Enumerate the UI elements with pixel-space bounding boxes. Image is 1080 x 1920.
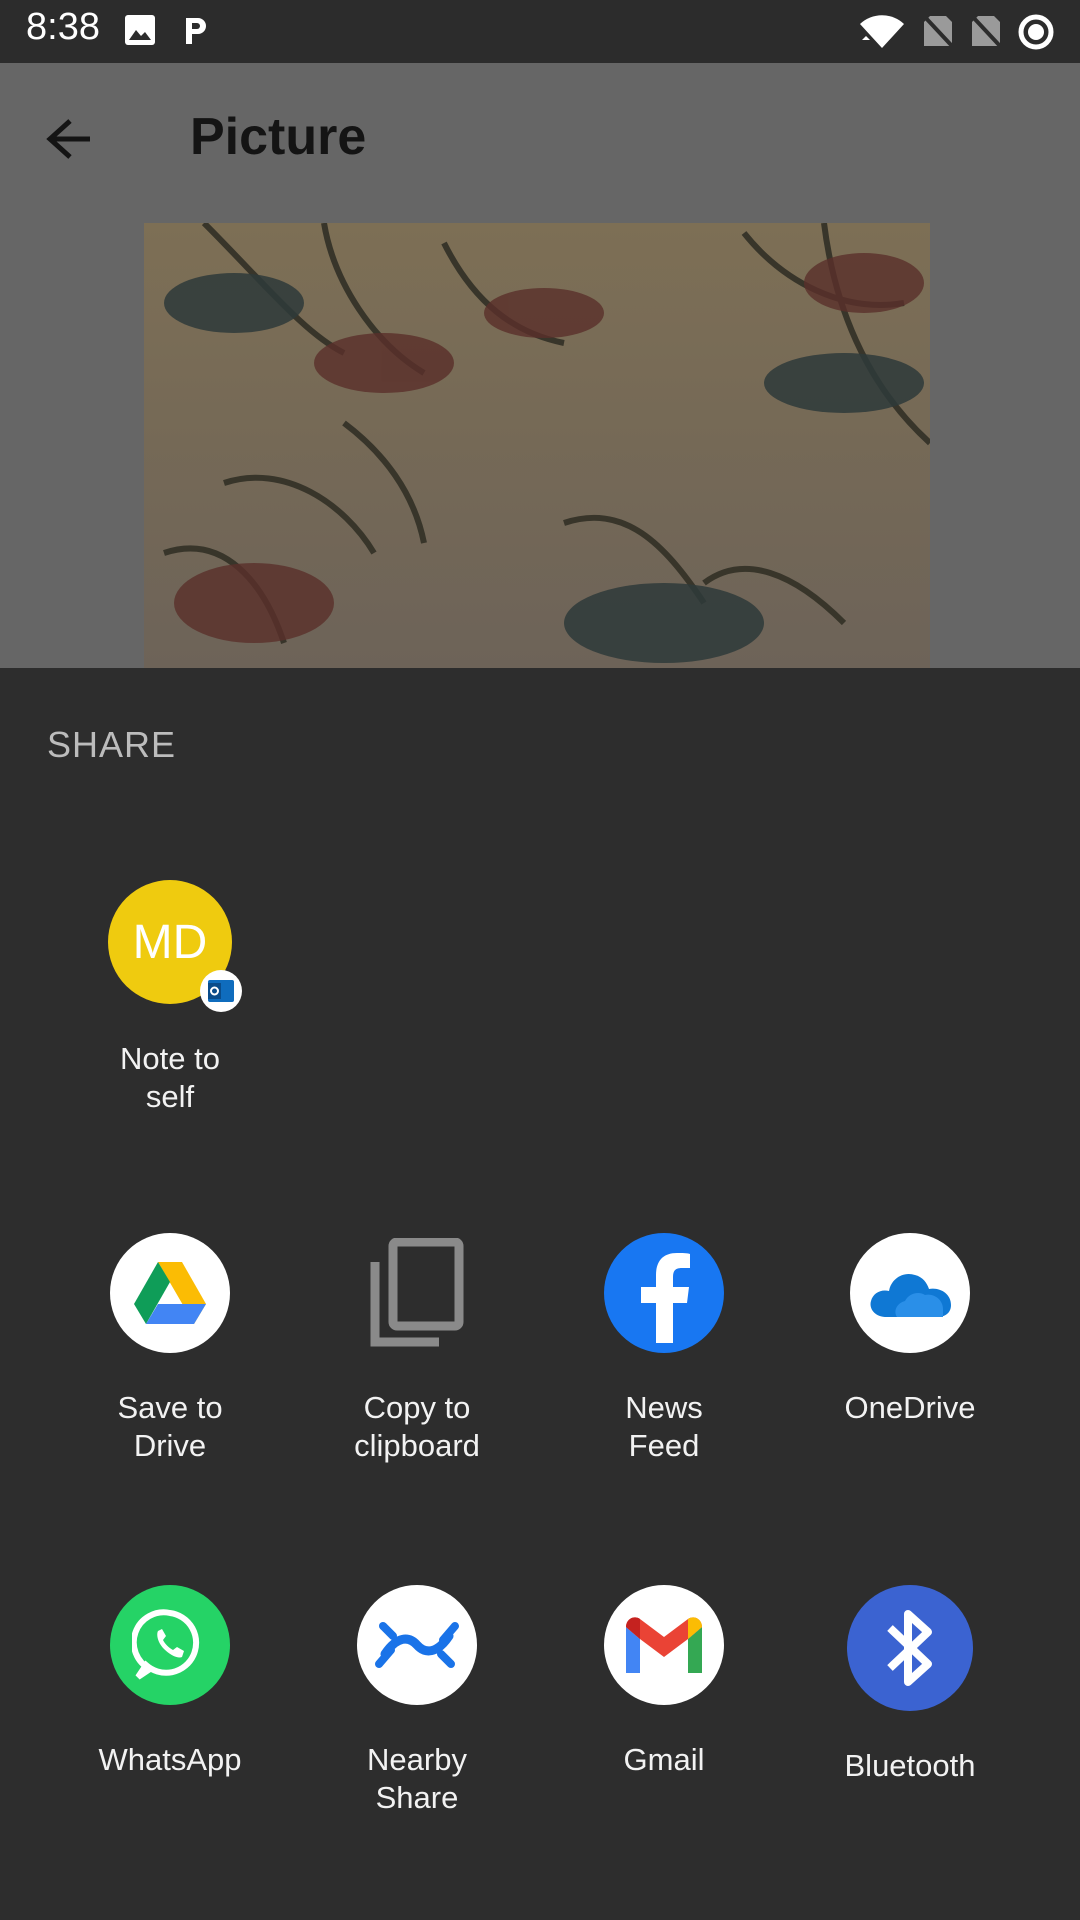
status-time: 8:38 <box>26 6 100 48</box>
record-icon <box>1018 14 1054 50</box>
share-target-save-to-drive[interactable]: Save to Drive <box>70 1233 270 1465</box>
avatar-initials: MD <box>132 915 208 969</box>
share-target-whatsapp[interactable]: WhatsApp <box>70 1585 270 1779</box>
share-target-nearby-share[interactable]: Nearby Share <box>317 1585 517 1817</box>
share-target-label: Gmail <box>623 1742 705 1777</box>
copy-icon <box>357 1233 477 1353</box>
share-target-label: Save to Drive <box>117 1390 223 1463</box>
page-title: Picture <box>190 108 367 166</box>
share-target-label: Nearby Share <box>367 1742 467 1815</box>
nearby-share-icon <box>357 1585 477 1705</box>
arrow-left-icon[interactable] <box>42 113 94 165</box>
share-target-label: Bluetooth <box>844 1748 976 1783</box>
picture-screen: Picture <box>0 63 1080 668</box>
share-heading: SHARE <box>47 724 177 765</box>
status-bar: 8:38 <box>0 0 1080 63</box>
share-target-label: OneDrive <box>844 1390 976 1425</box>
no-sim-icon <box>922 14 954 48</box>
wifi-icon <box>860 15 904 48</box>
bluetooth-icon <box>847 1585 973 1711</box>
share-target-note-to-self[interactable]: MD Note to self <box>70 880 270 1116</box>
image-icon <box>125 15 155 45</box>
share-target-bluetooth[interactable]: Bluetooth <box>810 1585 1010 1785</box>
onedrive-icon <box>850 1233 970 1353</box>
share-sheet: SHARE MD Note to self Save to Drive Copy… <box>0 668 1080 1920</box>
no-sim-icon <box>970 14 1002 48</box>
p-app-icon <box>186 18 206 44</box>
google-drive-icon <box>110 1233 230 1353</box>
share-target-news-feed[interactable]: News Feed <box>564 1233 764 1465</box>
share-target-label: Note to self <box>120 1041 220 1114</box>
share-target-label: WhatsApp <box>98 1742 242 1777</box>
share-target-copy-to-clipboard[interactable]: Copy to clipboard <box>317 1233 517 1465</box>
facebook-icon <box>604 1233 724 1353</box>
gmail-icon <box>604 1585 724 1705</box>
share-target-label: Copy to clipboard <box>354 1390 480 1463</box>
avatar: MD <box>108 880 242 1012</box>
share-target-label: News Feed <box>625 1390 703 1463</box>
outlook-icon <box>200 970 242 1012</box>
share-target-onedrive[interactable]: OneDrive <box>810 1233 1010 1427</box>
picture-image <box>144 223 930 668</box>
share-target-gmail[interactable]: Gmail <box>564 1585 764 1779</box>
whatsapp-icon <box>110 1585 230 1705</box>
